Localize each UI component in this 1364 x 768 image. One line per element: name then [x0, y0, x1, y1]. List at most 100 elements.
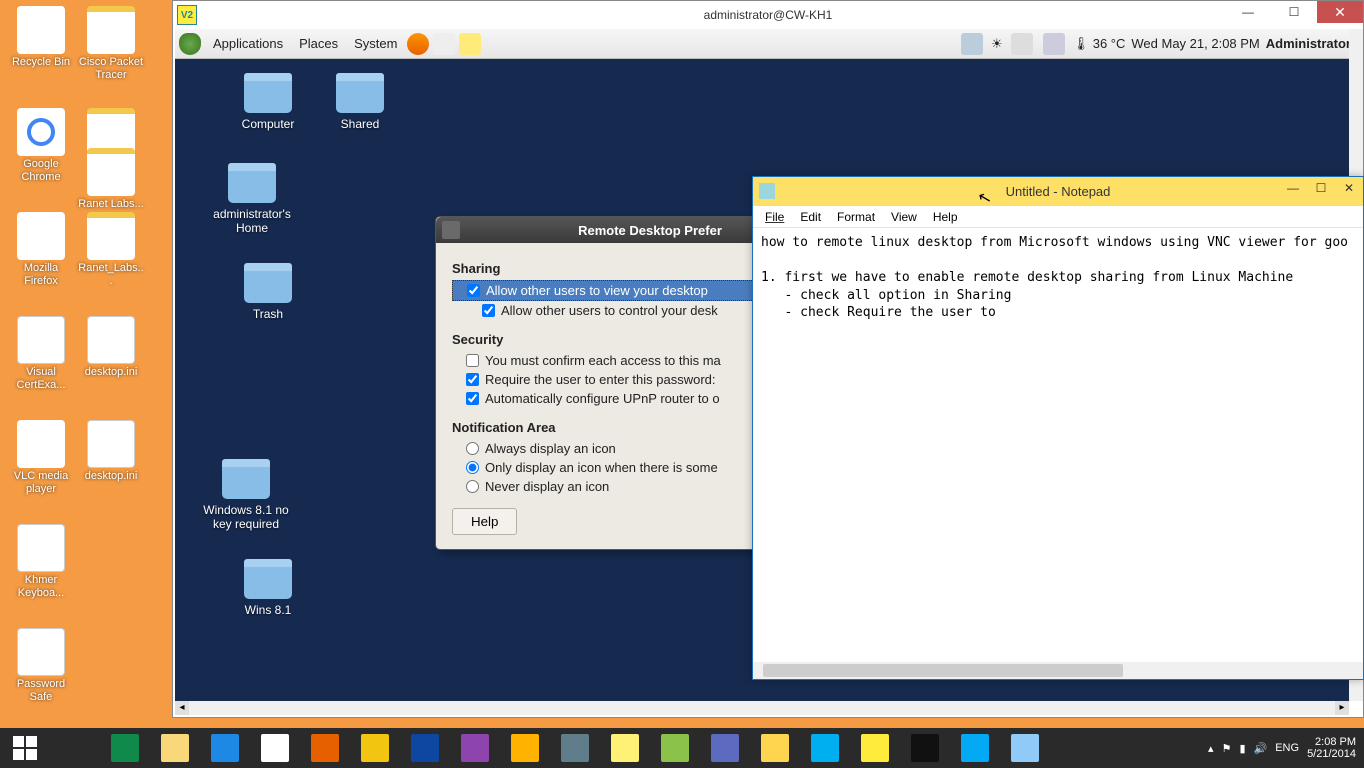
tray-chevron-up-icon[interactable]: ▴ — [1208, 742, 1214, 755]
desktop-icon[interactable]: Khmer Keyboa... — [6, 524, 76, 599]
require-password-checkbox[interactable] — [466, 373, 479, 386]
notepad-horizontal-scrollbar[interactable] — [753, 662, 1363, 679]
user-label[interactable]: Administrator — [1266, 36, 1351, 51]
confirm-access-label: You must confirm each access to this ma — [485, 353, 721, 368]
desktop-icon[interactable]: Ranet Labs... — [76, 148, 146, 211]
taskbar-app-photos[interactable] — [950, 728, 1000, 768]
icon-label: Computer — [223, 117, 313, 131]
format-menu[interactable]: Format — [829, 208, 883, 226]
linux-desktop-icon[interactable]: Computer — [223, 73, 313, 131]
scroll-left-button[interactable]: ◂ — [175, 701, 189, 715]
notepad-maximize-button[interactable]: ☐ — [1307, 177, 1335, 199]
notepad-close-button[interactable]: ✕ — [1335, 177, 1363, 199]
allow-view-checkbox[interactable] — [467, 284, 480, 297]
linux-desktop-icon[interactable]: administrator's Home — [207, 163, 297, 236]
folder-icon — [244, 559, 292, 599]
desktop-icon[interactable]: Recycle Bin — [6, 6, 76, 69]
taskbar-app-notepad[interactable] — [600, 728, 650, 768]
display-icon[interactable] — [1043, 33, 1065, 55]
applications-menu[interactable]: Applications — [205, 29, 291, 59]
app-icon — [17, 628, 65, 676]
linux-desktop-icon[interactable]: Shared — [315, 73, 405, 131]
icon-label: Ranet Labs... — [76, 198, 146, 211]
desktop-icon[interactable]: Mozilla Firefox — [6, 212, 76, 287]
tray-flag-icon[interactable]: ⚑ — [1222, 742, 1232, 755]
desktop-icon[interactable]: Google Chrome — [6, 108, 76, 183]
taskbar-app-start[interactable] — [50, 728, 100, 768]
desktop-icon[interactable]: Visual CertExa... — [6, 316, 76, 391]
desktop-icon[interactable]: Password Safe — [6, 628, 76, 703]
icon-label: Cisco Packet Tracer — [76, 56, 146, 81]
firefox-launcher-icon[interactable] — [407, 33, 429, 55]
edit-menu[interactable]: Edit — [792, 208, 829, 226]
taskbar-app-firefox[interactable] — [300, 728, 350, 768]
scrollbar-thumb[interactable] — [763, 664, 1123, 677]
upnp-checkbox[interactable] — [466, 392, 479, 405]
never-icon-label: Never display an icon — [485, 479, 609, 494]
start-button[interactable] — [0, 728, 50, 768]
tray-language[interactable]: ENG — [1275, 742, 1299, 754]
taskbar-app-foobar[interactable] — [500, 728, 550, 768]
system-tray: ▴ ⚑ ▮ 🔊 ENG 2:08 PM 5/21/2014 — [1208, 736, 1364, 760]
taskbar-app-dbeaver[interactable] — [450, 728, 500, 768]
notepad-minimize-button[interactable]: — — [1279, 177, 1307, 199]
view-menu[interactable]: View — [883, 208, 925, 226]
system-menu[interactable]: System — [346, 29, 405, 59]
tray-date[interactable]: 5/21/2014 — [1307, 748, 1356, 760]
taskbar-app-client1[interactable] — [650, 728, 700, 768]
taskbar-app-outlook[interactable] — [350, 728, 400, 768]
file-menu[interactable]: File — [757, 208, 792, 226]
notepad-window-controls: — ☐ ✕ — [1279, 177, 1363, 199]
mail-launcher-icon[interactable] — [433, 33, 455, 55]
taskbar-app-chrome[interactable] — [250, 728, 300, 768]
taskbar-app-wordpad[interactable] — [1000, 728, 1050, 768]
linux-desktop-icon[interactable]: Wins 8.1 — [223, 559, 313, 617]
clock-label[interactable]: Wed May 21, 2:08 PM — [1131, 36, 1259, 51]
desktop-icon[interactable]: desktop.ini — [76, 420, 146, 483]
notepad-textarea[interactable]: how to remote linux desktop from Microso… — [753, 228, 1363, 650]
linux-desktop-icon[interactable]: Windows 8.1 no key required — [201, 459, 291, 532]
notepad-icon — [611, 734, 639, 762]
linux-desktop-icon[interactable]: Trash — [223, 263, 313, 321]
never-icon-radio[interactable] — [466, 480, 479, 493]
vnc-titlebar[interactable]: V2 administrator@CW-KH1 — ☐ ✕ — [173, 1, 1363, 29]
taskbar-app-teamviewer[interactable] — [400, 728, 450, 768]
places-menu[interactable]: Places — [291, 29, 346, 59]
taskbar-app-mail[interactable] — [750, 728, 800, 768]
icon-label: Windows 8.1 no key required — [201, 503, 291, 532]
only-when-radio[interactable] — [466, 461, 479, 474]
allow-control-checkbox[interactable] — [482, 304, 495, 317]
help-button[interactable]: Help — [452, 508, 517, 535]
taskbar-app-cmd[interactable] — [900, 728, 950, 768]
taskbar-app-client2[interactable] — [700, 728, 750, 768]
volume-icon[interactable] — [1011, 33, 1033, 55]
maximize-button[interactable]: ☐ — [1271, 1, 1317, 23]
desktop-icon[interactable]: VLC media player — [6, 420, 76, 495]
desktop-icon[interactable]: Cisco Packet Tracer — [76, 6, 146, 81]
tray-time[interactable]: 2:08 PM — [1307, 736, 1356, 748]
taskbar-app-skype[interactable] — [800, 728, 850, 768]
mail-icon — [761, 734, 789, 762]
minimize-button[interactable]: — — [1225, 1, 1271, 23]
close-button[interactable]: ✕ — [1317, 1, 1363, 23]
desktop-icon[interactable]: Ranet_Labs... — [76, 212, 146, 287]
vnc-horizontal-scrollbar[interactable]: ◂ ▸ — [175, 701, 1349, 715]
taskbar-app-explorer[interactable] — [150, 728, 200, 768]
tray-volume-icon[interactable]: 🔊 — [1254, 742, 1268, 755]
taskbar-app-store[interactable] — [100, 728, 150, 768]
notepad-titlebar[interactable]: Untitled - Notepad — ☐ ✕ — [753, 177, 1363, 206]
notepad-menubar: File Edit Format View Help — [753, 206, 1363, 228]
always-icon-radio[interactable] — [466, 442, 479, 455]
taskbar-app-vnc[interactable] — [850, 728, 900, 768]
taskbar-app-ie[interactable] — [200, 728, 250, 768]
scroll-right-button[interactable]: ▸ — [1335, 701, 1349, 715]
desktop-icon[interactable]: desktop.ini — [76, 316, 146, 379]
help-menu[interactable]: Help — [925, 208, 966, 226]
tray-network-icon[interactable]: ▮ — [1239, 742, 1245, 755]
notes-launcher-icon[interactable] — [459, 33, 481, 55]
taskbar-app-mremote[interactable] — [550, 728, 600, 768]
network-icon[interactable] — [961, 33, 983, 55]
gnome-foot-icon[interactable] — [179, 33, 201, 55]
app-icon — [87, 212, 135, 260]
confirm-access-checkbox[interactable] — [466, 354, 479, 367]
